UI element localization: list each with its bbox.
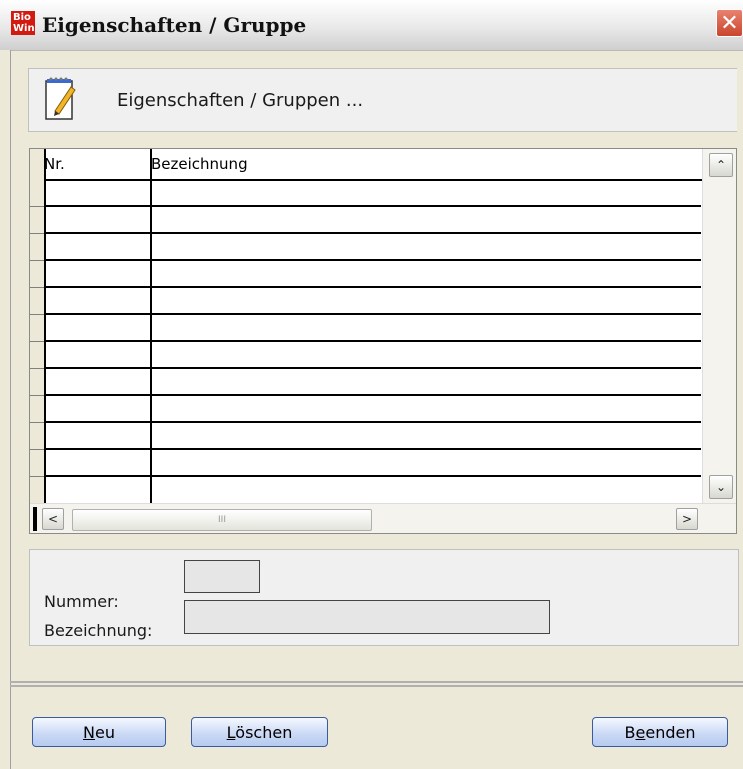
row-selector-line bbox=[30, 341, 45, 342]
bezeichnung-field[interactable] bbox=[184, 600, 550, 634]
details-panel: Nummer: Bezeichnung: bbox=[29, 549, 739, 646]
chevron-up-icon: ⌃ bbox=[715, 158, 727, 172]
table-row[interactable] bbox=[45, 340, 701, 342]
bezeichnung-label: Bezeichnung: bbox=[44, 621, 153, 640]
header-title: Eigenschaften / Gruppen ... bbox=[117, 90, 364, 111]
window-left-frame bbox=[0, 50, 11, 769]
table-row[interactable] bbox=[45, 421, 701, 423]
table-row[interactable] bbox=[45, 394, 701, 396]
notepad-icon bbox=[45, 77, 76, 120]
neu-label: eu bbox=[94, 723, 115, 742]
table-row[interactable] bbox=[45, 232, 701, 234]
chevron-left-icon: < bbox=[47, 512, 59, 526]
scroll-left-button[interactable]: < bbox=[42, 508, 64, 530]
scroll-position-marker bbox=[33, 507, 37, 531]
chevron-right-icon: > bbox=[681, 512, 693, 526]
row-selector-line bbox=[30, 449, 45, 450]
neu-button[interactable]: Neu bbox=[32, 717, 166, 747]
row-selector-line bbox=[30, 260, 45, 261]
loeschen-button[interactable]: Löschen bbox=[191, 717, 328, 747]
column-header-nr[interactable]: Nr. bbox=[44, 155, 65, 173]
table-row[interactable] bbox=[45, 367, 701, 369]
row-selector-line bbox=[30, 233, 45, 234]
loeschen-label: öschen bbox=[235, 723, 293, 742]
row-selector-line bbox=[30, 314, 45, 315]
horizontal-scroll-thumb[interactable]: III bbox=[72, 509, 372, 531]
row-selector-line bbox=[30, 395, 45, 396]
row-selector-line bbox=[30, 206, 45, 207]
divider bbox=[10, 685, 743, 687]
table-row[interactable] bbox=[45, 259, 701, 261]
app-icon-line-1: Bio bbox=[13, 12, 31, 23]
close-icon: ✕ bbox=[720, 11, 739, 36]
column-header-bezeichnung[interactable]: Bezeichnung bbox=[151, 155, 248, 173]
close-button[interactable]: ✕ bbox=[716, 9, 743, 37]
row-selector-line bbox=[30, 368, 45, 369]
table-row[interactable] bbox=[45, 205, 701, 207]
table-header: Nr. Bezeichnung bbox=[30, 149, 702, 181]
nummer-field[interactable] bbox=[184, 560, 260, 593]
beenden-label-end: enden bbox=[645, 723, 696, 742]
scroll-up-button[interactable]: ⌃ bbox=[709, 153, 733, 177]
title-bar: Bio Win Eigenschaften / Gruppe ✕ bbox=[0, 0, 743, 51]
table-row[interactable] bbox=[45, 286, 701, 288]
group-table[interactable]: Nr. Bezeichnung ⌃ ⌄ < III > bbox=[29, 148, 737, 534]
window-title: Eigenschaften / Gruppe bbox=[42, 13, 307, 37]
loeschen-accelerator: L bbox=[226, 723, 236, 742]
table-row[interactable] bbox=[45, 475, 701, 477]
scroll-right-button[interactable]: > bbox=[676, 508, 698, 530]
beenden-accelerator: e bbox=[635, 723, 646, 742]
row-selector-column[interactable] bbox=[30, 149, 45, 503]
chevron-down-icon: ⌄ bbox=[715, 480, 727, 494]
row-selector-line bbox=[30, 476, 45, 477]
row-selector-line bbox=[30, 287, 45, 288]
nummer-label: Nummer: bbox=[44, 592, 119, 611]
biowin-app-icon: Bio Win bbox=[11, 11, 35, 35]
grip-icon: III bbox=[218, 515, 226, 525]
horizontal-scrollbar[interactable]: < III > bbox=[30, 503, 736, 533]
scroll-down-button[interactable]: ⌄ bbox=[709, 475, 733, 499]
divider bbox=[10, 681, 743, 683]
beenden-button[interactable]: Beenden bbox=[592, 717, 728, 747]
app-icon-line-2: Win bbox=[13, 23, 35, 34]
row-selector-line bbox=[30, 422, 45, 423]
neu-accelerator: N bbox=[83, 723, 95, 742]
table-row[interactable] bbox=[45, 313, 701, 315]
header-panel: Eigenschaften / Gruppen ... bbox=[28, 68, 737, 132]
beenden-label-start: B bbox=[624, 723, 636, 742]
vertical-scrollbar[interactable]: ⌃ ⌄ bbox=[702, 149, 736, 503]
table-row[interactable] bbox=[45, 448, 701, 450]
